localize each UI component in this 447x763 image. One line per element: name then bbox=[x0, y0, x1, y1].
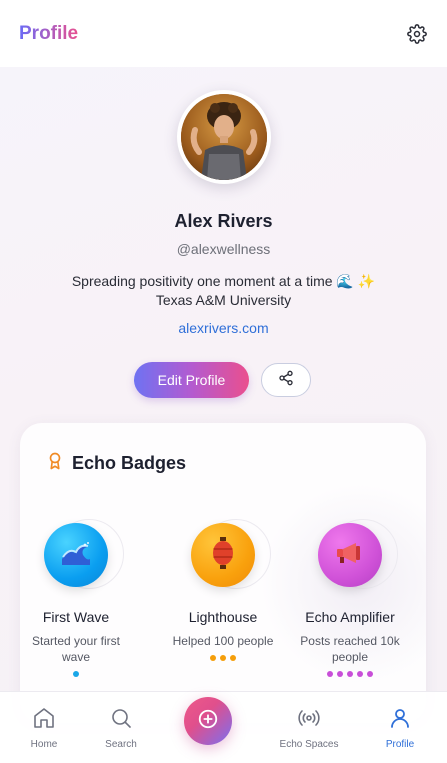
nav-label: Echo Spaces bbox=[279, 739, 339, 750]
level-dot bbox=[73, 671, 79, 677]
nav-search[interactable]: Search bbox=[86, 706, 156, 750]
badge-echo-amplifier[interactable]: Echo Amplifier Posts reached 10k people bbox=[290, 519, 410, 677]
badge-desc: Posts reached 10k people bbox=[290, 633, 410, 665]
badge-desc-line: people bbox=[331, 650, 369, 664]
user-icon bbox=[388, 709, 412, 734]
level-dot bbox=[347, 671, 353, 677]
badge-name: Echo Amplifier bbox=[305, 609, 395, 625]
nav-label: Home bbox=[30, 739, 58, 750]
badge-first-wave[interactable]: First Wave Started your first wave bbox=[20, 519, 136, 677]
create-post-button[interactable] bbox=[184, 697, 232, 745]
lantern-icon bbox=[211, 536, 235, 575]
plus-circle-icon bbox=[197, 708, 219, 735]
level-dot bbox=[230, 655, 236, 661]
page-title: Profile bbox=[19, 22, 79, 44]
bio-line-university: Texas A&M University bbox=[155, 292, 292, 308]
badge-circle bbox=[44, 523, 108, 587]
level-dot bbox=[337, 671, 343, 677]
avatar-photo bbox=[181, 94, 267, 180]
card-header: Echo Badges bbox=[46, 451, 186, 476]
share-icon bbox=[278, 370, 294, 391]
profile-handle: @alexwellness bbox=[176, 241, 271, 257]
badge-desc-line: Posts reached 10k bbox=[300, 634, 400, 648]
top-bar: Profile bbox=[0, 0, 447, 67]
level-dot bbox=[327, 671, 333, 677]
badge-level-dots bbox=[163, 655, 283, 661]
bio-line: Spreading positivity one moment at a tim… bbox=[71, 273, 376, 289]
wave-icon bbox=[59, 539, 93, 572]
nav-label: Search bbox=[105, 739, 137, 750]
profile-name: Alex Rivers bbox=[174, 211, 273, 231]
profile-bio: Spreading positivity one moment at a tim… bbox=[0, 272, 447, 310]
badge-desc: Helped 100 people bbox=[163, 633, 283, 649]
home-icon bbox=[32, 708, 56, 734]
bottom-navigation: Home Search Echo Spaces Profile bbox=[0, 691, 447, 763]
badge-name: First Wave bbox=[42, 609, 110, 625]
website-link[interactable]: alexrivers.com bbox=[0, 320, 447, 336]
nav-label: Profile bbox=[385, 739, 415, 750]
broadcast-icon bbox=[297, 710, 321, 734]
badge-desc-line: Started your first bbox=[31, 634, 121, 648]
nav-profile[interactable]: Profile bbox=[365, 706, 435, 750]
edit-profile-button[interactable]: Edit Profile bbox=[134, 362, 249, 398]
search-icon bbox=[109, 709, 133, 734]
badge-level-dots bbox=[20, 671, 136, 677]
megaphone-icon bbox=[334, 540, 366, 571]
nav-echo-spaces[interactable]: Echo Spaces bbox=[274, 706, 344, 750]
level-dot bbox=[210, 655, 216, 661]
award-ribbon-icon bbox=[46, 451, 64, 476]
echo-badges-card: Echo Badges First Wave Started your firs… bbox=[20, 423, 426, 723]
badge-name: Lighthouse bbox=[188, 609, 258, 625]
badge-desc-line: wave bbox=[61, 650, 90, 664]
level-dot bbox=[357, 671, 363, 677]
level-dot bbox=[220, 655, 226, 661]
card-title: Echo Badges bbox=[72, 453, 187, 473]
level-dot bbox=[367, 671, 373, 677]
badge-lighthouse[interactable]: Lighthouse Helped 100 people bbox=[163, 519, 283, 661]
badge-circle bbox=[191, 523, 255, 587]
badge-level-dots bbox=[290, 671, 410, 677]
gear-icon[interactable] bbox=[406, 23, 428, 45]
share-button[interactable] bbox=[261, 363, 311, 397]
badge-circle bbox=[318, 523, 382, 587]
avatar[interactable] bbox=[177, 90, 271, 184]
badge-desc: Started your first wave bbox=[20, 633, 136, 665]
badge-desc-line: Helped 100 people bbox=[172, 634, 274, 648]
nav-home[interactable]: Home bbox=[9, 706, 79, 750]
